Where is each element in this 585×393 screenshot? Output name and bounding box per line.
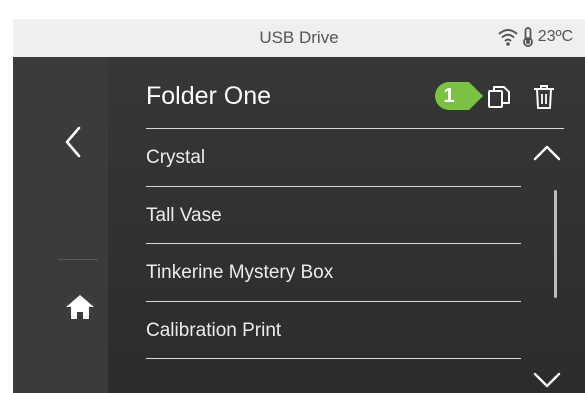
back-arrow-icon[interactable]	[59, 122, 89, 162]
chevron-down-icon[interactable]	[532, 370, 562, 390]
home-icon[interactable]	[63, 292, 97, 322]
file-name: Crystal	[146, 147, 206, 168]
list-item[interactable]: Tall Vase	[146, 187, 521, 244]
scrollbar[interactable]	[554, 190, 557, 298]
temperature-readout: 23ºC	[537, 28, 573, 45]
status-bar: USB Drive 23ºC	[13, 19, 585, 57]
wifi-icon	[498, 29, 518, 46]
file-name: Calibration Print	[146, 319, 282, 341]
status-indicators: 23ºC	[498, 27, 573, 47]
callout-number: 1	[443, 85, 455, 107]
page-title: Folder One	[146, 82, 272, 110]
list-item[interactable]: Tinkerine Mystery Box	[146, 244, 521, 302]
list-item[interactable]: Calibration Print	[146, 302, 521, 359]
file-name: Tinkerine Mystery Box	[146, 262, 334, 283]
file-name: Tall Vase	[146, 204, 222, 226]
sidebar	[13, 57, 108, 393]
file-list: Crystal Tall Vase Tinkerine Mystery Box …	[146, 129, 521, 359]
thermometer-icon	[522, 27, 533, 47]
callout-number-wrap: 1	[433, 80, 485, 112]
chevron-up-icon[interactable]	[532, 141, 562, 163]
sidebar-divider	[58, 259, 98, 260]
file-browser: Folder One 1 Crystal Tall Vase Tinkerine…	[108, 57, 585, 393]
printer-screen: USB Drive 23ºC Folder One 1 Crystal Tall…	[13, 19, 585, 393]
list-item[interactable]: Crystal	[146, 129, 521, 187]
copy-icon[interactable]	[486, 84, 512, 110]
trash-icon[interactable]	[532, 83, 556, 111]
